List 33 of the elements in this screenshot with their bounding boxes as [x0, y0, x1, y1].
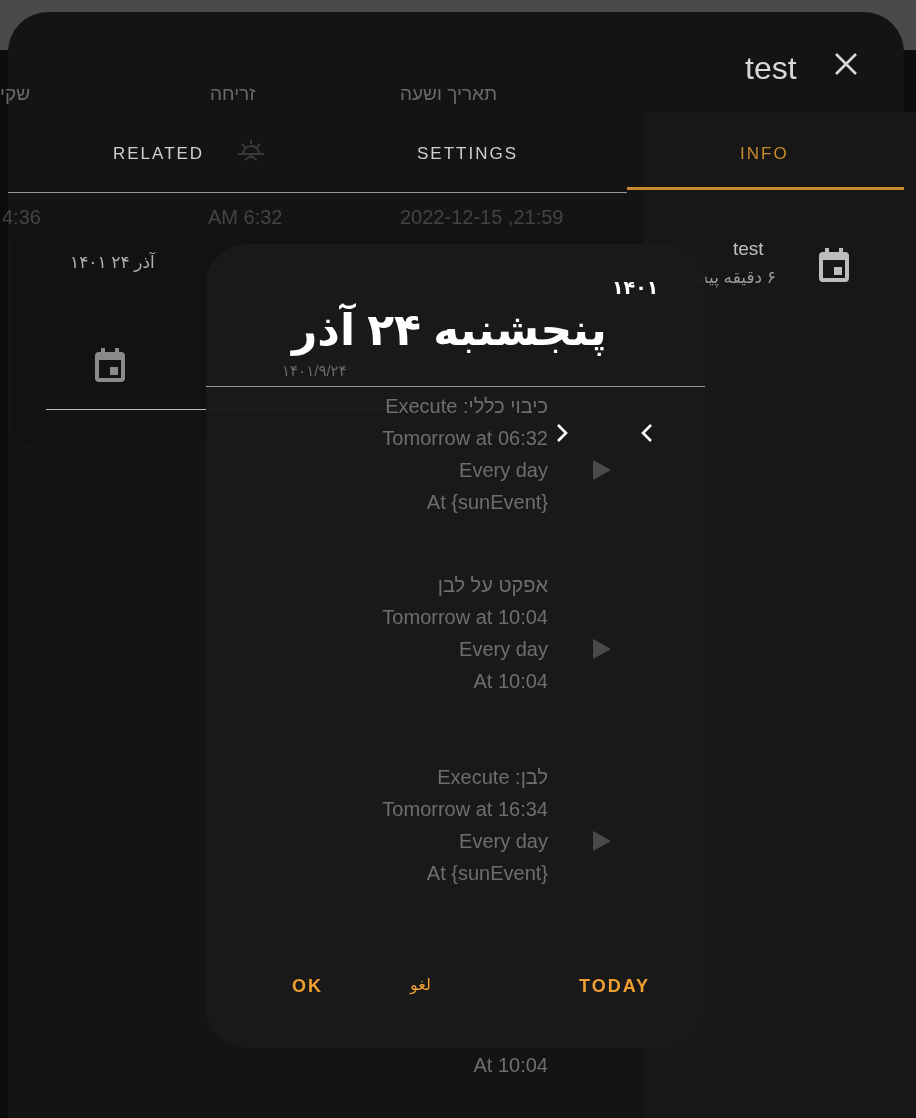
next-run: Tomorrow at 16:34	[382, 797, 548, 822]
date-hint: ۱۴۰۱/۹/۲۴	[282, 362, 347, 380]
relative-time: ۶ دقیقه پیش	[686, 267, 776, 290]
dialog-title: test	[745, 49, 797, 88]
calendar-icon	[95, 348, 125, 382]
automation-title: אפקט על לבן	[437, 573, 548, 598]
column-header: זריחה	[210, 82, 256, 106]
tab[interactable]: INFO	[740, 131, 789, 177]
repeat: Every day	[459, 829, 548, 854]
repeat: Every day	[459, 458, 548, 483]
automation-title: לבן: Execute	[437, 765, 548, 790]
dialog-button[interactable]: OK	[282, 967, 333, 1006]
year-label: ۱۴۰۱	[612, 276, 659, 300]
calendar-icon	[818, 248, 850, 282]
tab[interactable]: RELATED	[113, 131, 205, 177]
dialog-button[interactable]: لغو	[400, 967, 441, 1003]
close-icon[interactable]	[834, 52, 858, 76]
column-header: תאריך ושעה	[400, 82, 498, 106]
dialog-button[interactable]: TODAY	[569, 967, 661, 1006]
trigger-time: At {sunEvent}	[426, 490, 548, 515]
repeat: Every day	[459, 637, 548, 662]
next-run: Tomorrow at 10:04	[382, 605, 548, 630]
trigger-time: At 10:04	[473, 669, 548, 694]
next-run: Tomorrow at 06:32	[382, 426, 548, 451]
trigger-time: At 10:04	[473, 1053, 548, 1078]
trigger-time: At {sunEvent}	[426, 861, 548, 886]
chevron-right-icon[interactable]	[556, 423, 568, 443]
date-value: آذر ۲۴ ۱۴۰۱	[70, 251, 155, 274]
tab[interactable]: SETTINGS	[417, 131, 518, 177]
automation-title: כיבוי כללי: Execute	[385, 394, 548, 419]
chevron-left-icon[interactable]	[641, 423, 653, 443]
entity-name: test	[733, 237, 764, 261]
column-header: שקי	[0, 82, 30, 106]
